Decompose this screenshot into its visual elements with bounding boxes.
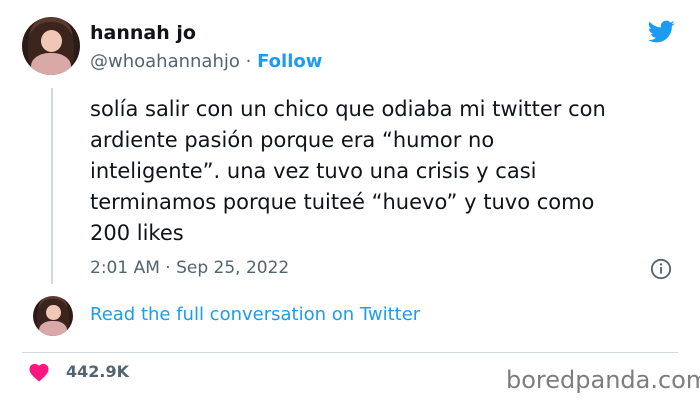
info-icon[interactable] (650, 258, 672, 280)
author-handle-row: @whoahannahjo · Follow (90, 51, 322, 72)
author-handle[interactable]: @whoahannahjo (90, 51, 240, 72)
tweet-line: 200 likes (90, 221, 184, 245)
tweet-line: terminamos porque tuiteé “huevo” y tuvo … (90, 190, 595, 214)
tweet-line: inteligente”. una vez tuvo una crisis y … (90, 159, 537, 183)
like-count[interactable]: 442.9K (66, 362, 129, 381)
twitter-bird-icon[interactable] (645, 18, 677, 46)
avatar-body (39, 320, 67, 336)
avatar-face (46, 304, 61, 320)
author-name[interactable]: hannah jo (90, 22, 196, 44)
tweet-line: ardiente pasión porque era “humor no (90, 128, 495, 152)
follow-button[interactable]: Follow (257, 51, 322, 72)
divider (22, 352, 678, 353)
watermark: boredpanda.com (506, 366, 700, 394)
tweet-text: solía salir con un chico que odiaba mi t… (90, 94, 680, 249)
reply-avatar[interactable] (33, 296, 73, 336)
heart-icon[interactable] (28, 362, 50, 382)
read-full-conversation-link[interactable]: Read the full conversation on Twitter (90, 304, 420, 325)
thread-connector-line (51, 88, 53, 284)
author-avatar[interactable] (22, 17, 80, 75)
tweet-line: solía salir con un chico que odiaba mi t… (90, 97, 606, 121)
handle-separator: · (245, 51, 252, 72)
avatar-body (30, 52, 72, 75)
avatar-face (41, 29, 62, 52)
tweet-timestamp[interactable]: 2:01 AM · Sep 25, 2022 (90, 258, 289, 278)
